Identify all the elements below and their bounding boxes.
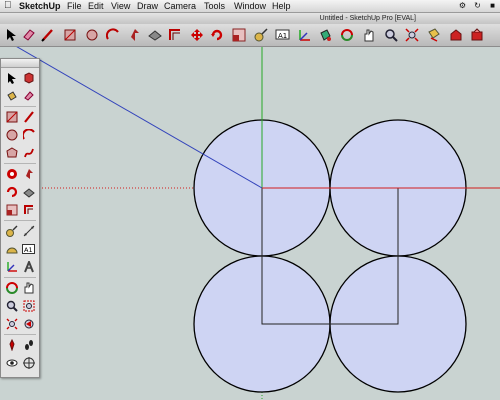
pan-tool-icon[interactable] (360, 26, 377, 43)
line-icon[interactable] (21, 109, 36, 124)
pan-icon[interactable] (21, 280, 36, 295)
look-around-icon[interactable] (4, 355, 19, 370)
eraser-icon[interactable] (21, 88, 36, 103)
model-scene[interactable] (0, 47, 500, 400)
rotate-tool-icon[interactable] (208, 26, 225, 43)
3d-text-icon[interactable] (21, 259, 36, 274)
section-plane-icon[interactable] (425, 26, 442, 43)
zoom-icon[interactable] (4, 298, 19, 313)
orbit-tool-icon[interactable] (338, 26, 355, 43)
arc-icon[interactable] (21, 127, 36, 142)
menu-app-name[interactable]: SketchUp (19, 0, 61, 12)
palette-title-bar[interactable] (1, 59, 39, 68)
large-tool-set-palette[interactable]: A1 (0, 58, 40, 378)
paint-bucket-icon[interactable] (4, 88, 19, 103)
window-title-bar: Untitled - SketchUp Pro [EVAL] (0, 13, 500, 24)
tape-measure-tool-icon[interactable] (252, 26, 269, 43)
move-tool-icon[interactable] (188, 26, 205, 43)
follow-me-icon[interactable] (21, 184, 36, 199)
axes-tool-icon[interactable] (296, 26, 313, 43)
rectangle-tool-icon[interactable] (61, 26, 78, 43)
svg-text:A1: A1 (278, 32, 287, 40)
rotate-icon[interactable] (4, 184, 19, 199)
push-pull-tool-icon[interactable] (126, 26, 143, 43)
zoom-extents-icon[interactable] (4, 316, 19, 331)
axes-icon[interactable] (4, 259, 19, 274)
menu-window[interactable]: Window (234, 0, 266, 12)
scale-icon[interactable] (4, 202, 19, 217)
menu-help[interactable]: Help (272, 0, 291, 12)
menu-edit[interactable]: Edit (88, 0, 104, 12)
zoom-window-icon[interactable] (21, 298, 36, 313)
push-pull-icon[interactable] (21, 166, 36, 181)
offset-icon[interactable] (21, 202, 36, 217)
tape-measure-icon[interactable] (4, 223, 19, 238)
circle-faces (193, 119, 467, 393)
walk-icon[interactable] (21, 337, 36, 352)
scale-tool-icon[interactable] (230, 26, 247, 43)
status-gear-icon[interactable]: ⚙ (458, 1, 467, 10)
text-icon[interactable]: A1 (21, 241, 36, 256)
zoom-extents-icon[interactable] (403, 26, 420, 43)
previous-view-icon[interactable] (21, 316, 36, 331)
polygon-icon[interactable] (4, 145, 19, 160)
pencil-line-tool-icon[interactable] (39, 26, 56, 43)
rectangle-icon[interactable] (4, 109, 19, 124)
orbit-icon[interactable] (4, 280, 19, 295)
menu-bar:  SketchUp File Edit View Draw Camera To… (0, 0, 500, 13)
menu-draw[interactable]: Draw (137, 0, 158, 12)
zoom-tool-icon[interactable] (382, 26, 399, 43)
circle-tool-icon[interactable] (83, 26, 100, 43)
window-title: Untitled - SketchUp Pro [EVAL] (319, 15, 416, 22)
menu-tools[interactable]: Tools (204, 0, 225, 12)
main-toolbar: A1 (0, 24, 500, 47)
circle-icon[interactable] (4, 127, 19, 142)
position-camera-icon[interactable] (4, 337, 19, 352)
menu-file[interactable]: File (67, 0, 82, 12)
menu-view[interactable]: View (111, 0, 130, 12)
offset-tool-icon[interactable] (166, 26, 183, 43)
model-viewport[interactable] (0, 47, 500, 400)
3d-warehouse-icon[interactable] (447, 26, 464, 43)
dimension-icon[interactable] (21, 223, 36, 238)
status-app-icon[interactable]: ■ (488, 1, 497, 10)
menu-camera[interactable]: Camera (164, 0, 196, 12)
eraser-tool-icon[interactable] (20, 26, 37, 43)
select-tool-icon[interactable] (2, 26, 19, 43)
arc-tool-icon[interactable] (104, 26, 121, 43)
protractor-icon[interactable] (4, 241, 19, 256)
follow-me-tool-icon[interactable] (146, 26, 163, 43)
select-icon[interactable] (4, 70, 19, 85)
text-tool-icon[interactable]: A1 (274, 26, 291, 43)
status-sync-icon[interactable]: ↻ (473, 1, 482, 10)
text-tool-label: A1 (24, 246, 33, 254)
paint-bucket-tool-icon[interactable] (316, 26, 333, 43)
section-plane-palette-icon[interactable] (21, 355, 36, 370)
freehand-icon[interactable] (21, 145, 36, 160)
move-icon[interactable] (4, 166, 19, 181)
component-share-icon[interactable] (468, 26, 485, 43)
apple-menu-icon[interactable]:  (4, 0, 12, 12)
make-component-icon[interactable] (21, 70, 36, 85)
